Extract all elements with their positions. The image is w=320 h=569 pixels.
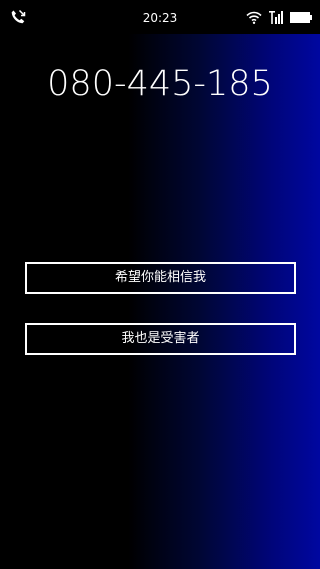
- wifi-icon: [246, 11, 262, 24]
- phone-number: 080-445-185: [47, 64, 273, 104]
- status-icons: [246, 10, 312, 24]
- signal-icon: [269, 10, 283, 24]
- option-button-trust-me[interactable]: 希望你能相信我: [25, 262, 296, 294]
- call-screen: 20:23 080-445-185 希望你能相信我 我也是受害者: [0, 0, 320, 569]
- status-bar: 20:23: [0, 0, 320, 34]
- option-button-also-victim[interactable]: 我也是受害者: [25, 323, 296, 355]
- battery-icon: [290, 11, 312, 23]
